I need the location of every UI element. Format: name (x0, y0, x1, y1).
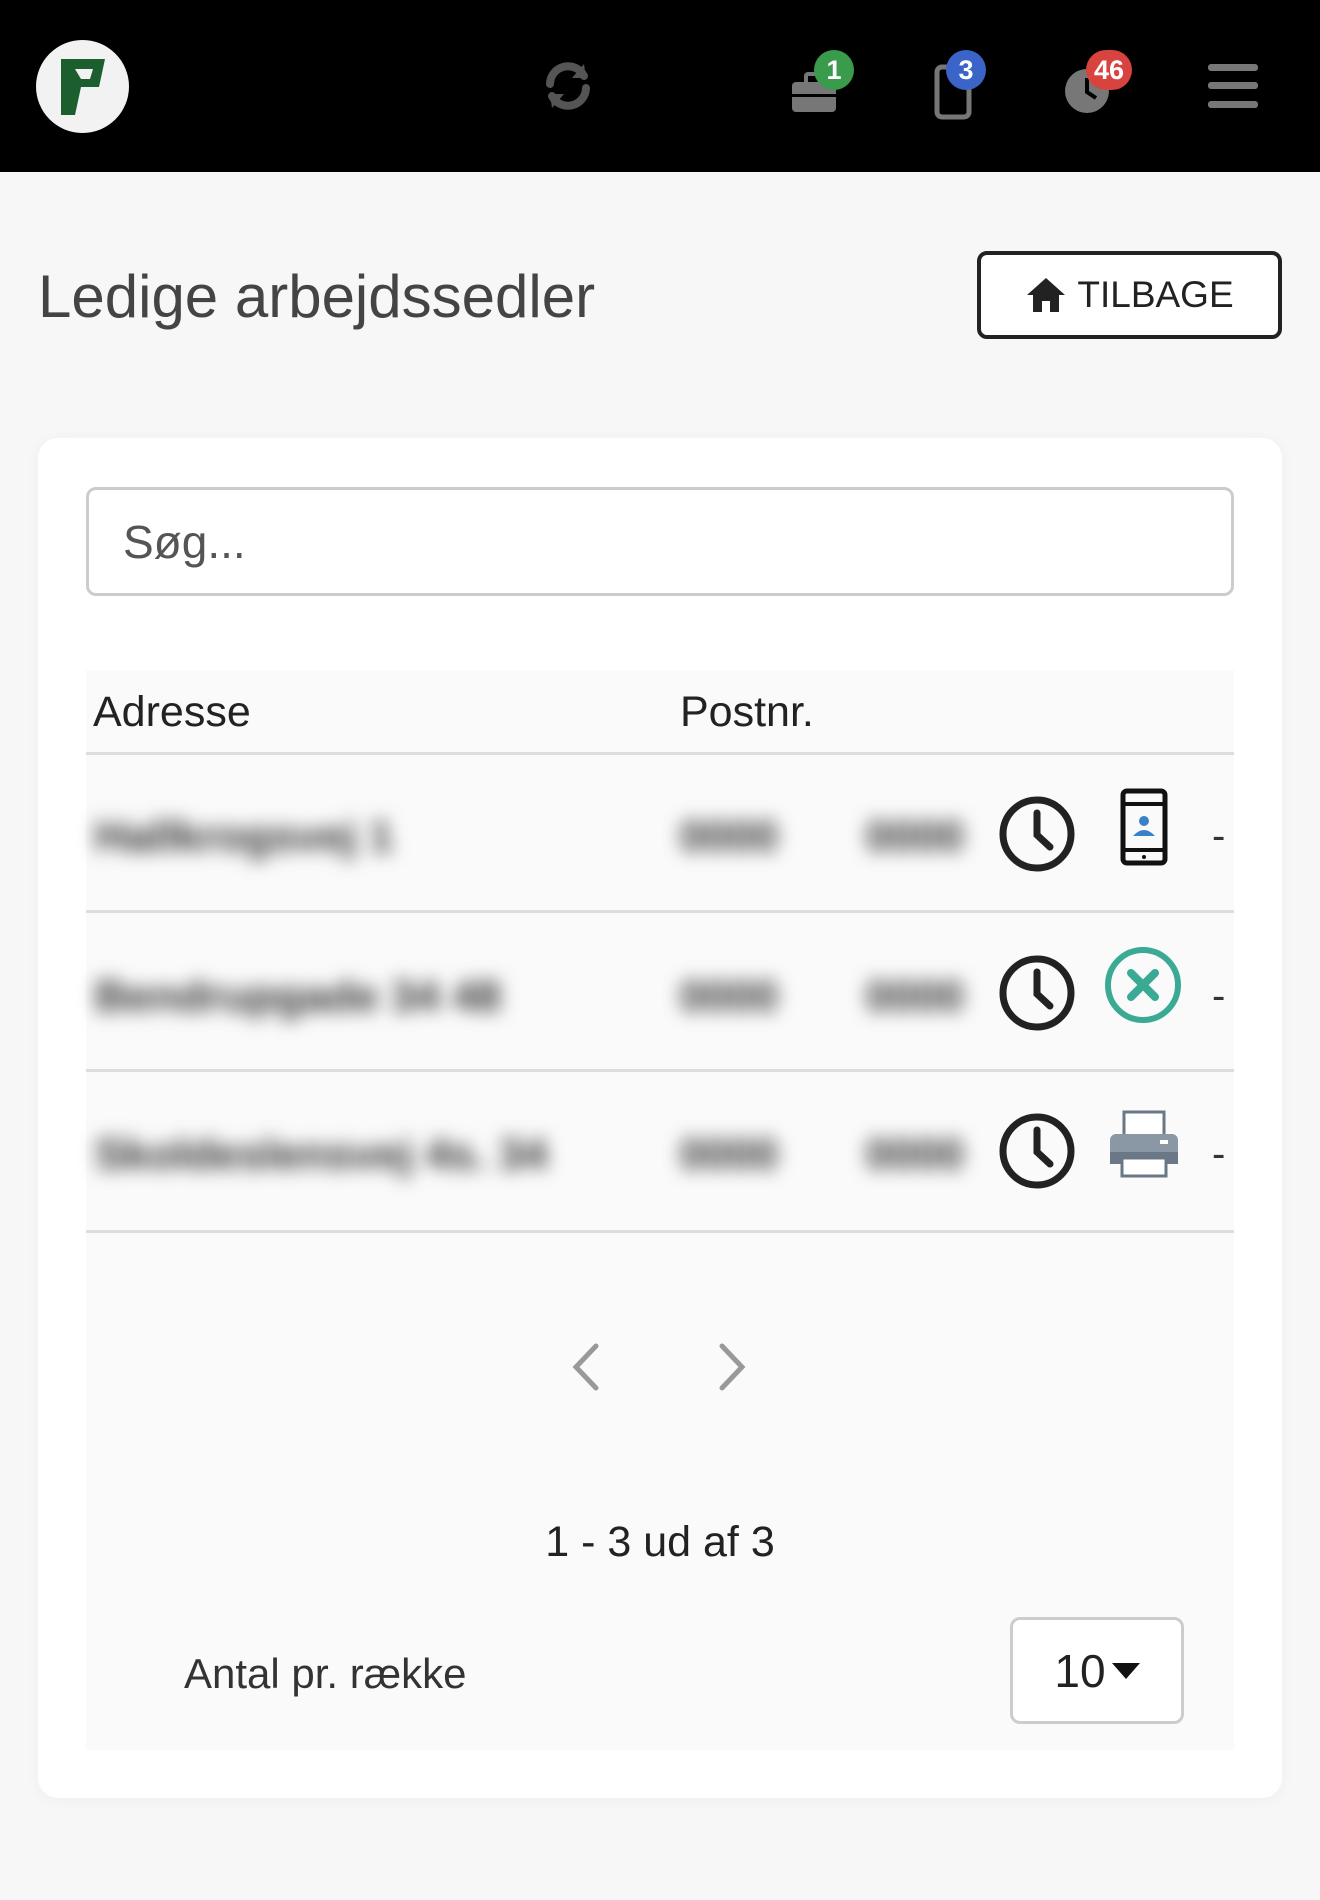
printer-icon[interactable] (1108, 1110, 1180, 1183)
home-icon (1027, 278, 1066, 312)
row-extra: 0000 (866, 972, 964, 1021)
back-button[interactable]: TILBAGE (977, 251, 1282, 339)
row-divider (86, 1230, 1234, 1233)
row-dash: - (1212, 974, 1226, 1018)
phone-badge: 3 (946, 50, 986, 90)
back-button-label: TILBAGE (1077, 274, 1234, 315)
row-postal: 0000 (680, 1130, 778, 1179)
per-page-value: 10 (1054, 1644, 1106, 1697)
header-divider (86, 752, 1234, 755)
row-postal: 0000 (680, 812, 778, 861)
per-page-select[interactable]: 10 (1010, 1617, 1184, 1724)
row-extra: 0000 (866, 812, 964, 861)
per-page-label: Antal pr. række (184, 1650, 467, 1697)
cancel-circle-icon[interactable] (1104, 946, 1182, 1029)
mobile-profile-icon[interactable] (1120, 788, 1168, 871)
column-header-postal[interactable]: Postnr. (680, 688, 814, 737)
row-postal: 0000 (680, 972, 778, 1021)
row-dash: - (1212, 1132, 1226, 1176)
row-address: Hallkrogsvej 1 (95, 812, 394, 861)
column-header-address[interactable]: Adresse (93, 688, 251, 737)
pagination-summary: 1 - 3 ud af 3 (545, 1518, 775, 1566)
top-navbar: 1 3 46 (0, 0, 1320, 172)
time-badge: 46 (1086, 50, 1133, 90)
row-divider (86, 1069, 1234, 1072)
row-address: Bendrupgade 34 48 (95, 972, 501, 1021)
refresh-icon[interactable] (540, 58, 596, 119)
search-input[interactable] (86, 487, 1234, 596)
logo-icon[interactable] (36, 40, 129, 133)
chevron-left-icon[interactable] (570, 1342, 602, 1397)
clock-icon[interactable] (998, 795, 1076, 878)
row-extra: 0000 (866, 1130, 964, 1179)
jobs-badge: 1 (814, 50, 854, 90)
row-divider (86, 910, 1234, 913)
chevron-right-icon[interactable] (716, 1342, 748, 1397)
clock-icon[interactable] (998, 1112, 1076, 1195)
row-address: Skoldeslensvej 4s. 34 (95, 1130, 548, 1179)
clock-icon[interactable] (998, 954, 1076, 1037)
row-dash: - (1212, 814, 1226, 858)
caret-down-icon (1111, 1662, 1140, 1679)
menu-icon[interactable] (1208, 64, 1258, 113)
page-title: Ledige arbejdssedler (38, 263, 596, 330)
